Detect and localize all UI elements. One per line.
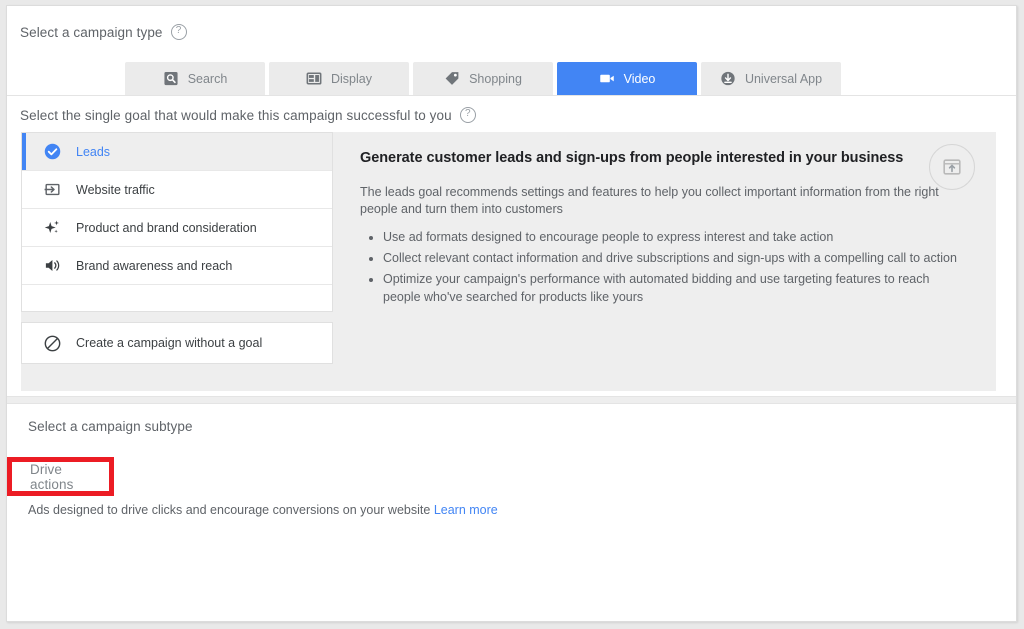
tab-shopping-label: Shopping xyxy=(469,71,522,86)
section-divider xyxy=(7,396,1016,404)
campaign-goal-section: Select the single goal that would make t… xyxy=(7,95,1016,396)
shopping-tag-icon xyxy=(445,72,459,85)
display-icon xyxy=(306,72,322,85)
goal-item-no-goal[interactable]: Create a campaign without a goal xyxy=(22,323,332,363)
goal-item-label: Website traffic xyxy=(76,182,155,197)
sparkle-icon xyxy=(44,220,60,233)
goal-list: Leads Website traffic Product and brand … xyxy=(21,132,333,391)
goal-item-label: Leads xyxy=(76,144,111,159)
window-upload-icon xyxy=(943,159,961,175)
goal-detail-bullets: Use ad formats designed to encourage peo… xyxy=(360,228,966,306)
arrow-into-box-icon xyxy=(44,183,60,196)
goal-item-label: Create a campaign without a goal xyxy=(76,336,263,350)
goal-detail-description: The leads goal recommends settings and f… xyxy=(360,185,939,216)
video-camera-icon xyxy=(599,74,614,83)
goal-item-product-brand-consideration[interactable]: Product and brand consideration xyxy=(22,209,332,247)
goal-detail-panel: Generate customer leads and sign-ups fro… xyxy=(333,132,996,391)
goal-selector: Leads Website traffic Product and brand … xyxy=(21,132,996,391)
campaign-goal-heading-row: Select the single goal that would make t… xyxy=(20,107,476,123)
search-icon xyxy=(164,71,178,86)
goal-item-label: Brand awareness and reach xyxy=(76,258,233,273)
campaign-goal-heading: Select the single goal that would make t… xyxy=(20,107,452,123)
campaign-type-heading: Select a campaign type xyxy=(20,24,163,40)
tab-search-label: Search xyxy=(187,71,228,86)
learn-more-link[interactable]: Learn more xyxy=(434,503,498,517)
campaign-type-heading-row: Select a campaign type xyxy=(20,24,187,40)
tab-shopping[interactable]: Shopping xyxy=(413,62,553,95)
campaign-subtype-description: Ads designed to drive clicks and encoura… xyxy=(28,503,431,517)
campaign-subtype-heading: Select a campaign subtype xyxy=(28,419,193,434)
help-circle-icon[interactable] xyxy=(170,24,187,40)
goal-detail-bullet: Collect relevant contact information and… xyxy=(383,249,966,267)
goal-no-goal-card: Create a campaign without a goal xyxy=(21,322,333,364)
app-download-icon xyxy=(721,71,735,86)
campaign-subtype-section: Select a campaign subtype Drive actions … xyxy=(7,404,1016,621)
tab-video-label: Video xyxy=(623,71,656,86)
campaign-type-tabs: Search Display Shopping Video Universal … xyxy=(7,60,1016,95)
goal-detail-bullet: Optimize your campaign's performance wit… xyxy=(383,270,966,306)
tab-video[interactable]: Video xyxy=(557,62,697,95)
goal-list-card: Leads Website traffic Product and brand … xyxy=(21,132,333,312)
goal-detail-badge xyxy=(929,144,975,190)
goal-detail-bullet: Use ad formats designed to encourage peo… xyxy=(383,228,966,246)
campaign-subtype-description-row: Ads designed to drive clicks and encoura… xyxy=(28,503,498,517)
tab-display-label: Display xyxy=(331,71,372,86)
goal-item-brand-awareness-reach[interactable]: Brand awareness and reach xyxy=(22,247,332,285)
tab-universal-app-label: Universal App xyxy=(744,71,823,86)
tab-display[interactable]: Display xyxy=(269,62,409,95)
goal-item-leads[interactable]: Leads xyxy=(22,133,332,171)
campaign-subtype-highlight-annotation: Drive actions xyxy=(7,457,114,496)
check-circle-icon xyxy=(44,143,61,160)
speaker-icon xyxy=(45,260,60,271)
tab-universal-app[interactable]: Universal App xyxy=(701,62,841,95)
tab-search[interactable]: Search xyxy=(125,62,265,95)
goal-detail-title: Generate customer leads and sign-ups fro… xyxy=(360,150,904,166)
campaign-type-section: Select a campaign type Search xyxy=(7,6,1016,95)
prohibited-icon xyxy=(44,335,61,351)
goal-item-website-traffic[interactable]: Website traffic xyxy=(22,171,332,209)
campaign-subtype-value[interactable]: Drive actions xyxy=(12,462,109,492)
goal-item-label: Product and brand consideration xyxy=(76,220,257,235)
help-circle-icon[interactable] xyxy=(459,107,476,123)
campaign-creation-page: Select a campaign type Search xyxy=(6,5,1017,622)
